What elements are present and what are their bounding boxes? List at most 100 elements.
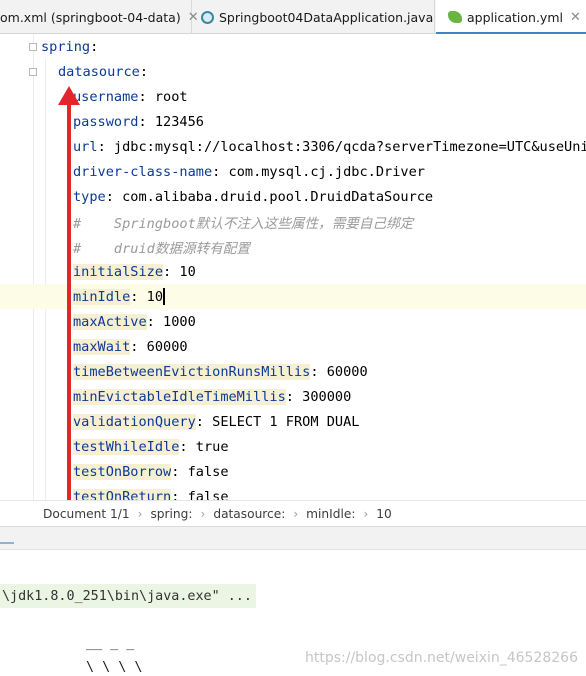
yaml-key: initialSize xyxy=(73,263,164,280)
breadcrumb-item[interactable]: datasource: xyxy=(213,507,285,521)
console-command-line: \jdk1.8.0_251\bin\java.exe" ... xyxy=(0,584,256,608)
yaml-value: SELECT 1 FROM DUAL xyxy=(203,413,360,430)
tab-application-java[interactable]: Springboot04DataApplication.java ✕ xyxy=(193,0,451,34)
code-line: minEvictableIdleTimeMillis: 300000 xyxy=(0,384,586,409)
code-line: validationQuery: SELECT 1 FROM DUAL xyxy=(0,409,586,434)
tab-label: application.yml xyxy=(467,9,563,25)
yaml-key: testOnBorrow xyxy=(73,463,172,480)
yaml-key: type xyxy=(73,188,106,205)
code-line: testOnReturn: false xyxy=(0,484,586,500)
tab-label: Springboot04DataApplication.java xyxy=(219,9,434,25)
yaml-key: url xyxy=(73,138,98,155)
run-panel-header[interactable] xyxy=(0,526,586,550)
yaml-separator: : xyxy=(195,413,204,430)
code-line: testWhileIdle: true xyxy=(0,434,586,459)
code-line: driver-class-name: com.mysql.cj.jdbc.Dri… xyxy=(0,159,586,184)
yaml-separator: : xyxy=(97,138,106,155)
code-line: datasource: xyxy=(0,59,586,84)
yaml-key: spring xyxy=(41,38,91,55)
close-icon[interactable]: ✕ xyxy=(570,10,581,25)
annotation-arrow-icon xyxy=(58,86,80,105)
run-panel-toolbar xyxy=(0,550,586,580)
yaml-key: password xyxy=(73,113,139,130)
yaml-value: jdbc:mysql://localhost:3306/qcda?serverT… xyxy=(105,138,586,155)
console-banner-line: __ _ _ xyxy=(86,636,135,651)
code-line: type: com.alibaba.druid.pool.DruidDataSo… xyxy=(0,184,586,209)
yaml-key: username xyxy=(73,88,139,105)
code-line: maxWait: 60000 xyxy=(0,334,586,359)
tab-label: om.xml (springboot-04-data) xyxy=(0,9,181,25)
tab-pom-xml[interactable]: om.xml (springboot-04-data) ✕ xyxy=(0,0,199,34)
yaml-key: minIdle xyxy=(73,288,131,305)
yaml-separator: : xyxy=(138,113,147,130)
watermark-text: https://blog.csdn.net/weixin_46528266 xyxy=(304,650,578,666)
java-class-icon xyxy=(201,10,214,24)
yaml-separator: : xyxy=(146,313,155,330)
yaml-separator: : xyxy=(171,463,180,480)
code-editor[interactable]: spring: datasource: username: root passw… xyxy=(0,34,586,500)
yaml-value: com.mysql.cj.jdbc.Driver xyxy=(220,163,425,180)
yaml-separator: : xyxy=(130,288,139,305)
yaml-key: minEvictableIdleTimeMillis xyxy=(73,388,286,405)
run-console[interactable]: \jdk1.8.0_251\bin\java.exe" ... __ _ _ \… xyxy=(0,580,586,676)
yaml-comment: # druid数据源转有配置 xyxy=(73,240,250,257)
panel-tab-indicator xyxy=(0,542,14,544)
chevron-right-icon: › xyxy=(200,506,206,521)
chevron-right-icon: › xyxy=(363,506,369,521)
yaml-separator: : xyxy=(171,488,180,501)
breadcrumb-item[interactable]: Document 1/1 xyxy=(43,507,130,521)
yaml-separator: : xyxy=(212,163,221,180)
breadcrumb-item[interactable]: 10 xyxy=(376,507,392,521)
yaml-separator: : xyxy=(139,63,149,80)
current-code-line: minIdle: 10 xyxy=(0,284,586,309)
text-caret xyxy=(163,288,166,305)
yaml-value: false xyxy=(179,463,229,480)
code-line: maxActive: 1000 xyxy=(0,309,586,334)
code-line: password: 123456 xyxy=(0,109,586,134)
yaml-value: 10 xyxy=(138,288,164,305)
yaml-key: driver-class-name xyxy=(73,163,213,180)
yaml-value: 60000 xyxy=(138,338,188,355)
yaml-file-icon xyxy=(448,11,462,23)
yaml-value: 60000 xyxy=(318,363,368,380)
yaml-value: com.alibaba.druid.pool.DruidDataSource xyxy=(113,188,434,205)
code-line: testOnBorrow: false xyxy=(0,459,586,484)
code-line: timeBetweenEvictionRunsMillis: 60000 xyxy=(0,359,586,384)
yaml-key: maxActive xyxy=(73,313,147,330)
code-line: initialSize: 10 xyxy=(0,259,586,284)
yaml-value: 10 xyxy=(171,263,196,280)
code-line: url: jdbc:mysql://localhost:3306/qcda?se… xyxy=(0,134,586,159)
yaml-value: false xyxy=(179,488,229,501)
yaml-key: maxWait xyxy=(73,338,131,355)
code-line: # druid数据源转有配置 xyxy=(0,234,586,259)
yaml-comment: # Springboot默认不注入这些属性，需要自己绑定 xyxy=(73,215,414,232)
yaml-separator: : xyxy=(285,388,294,405)
breadcrumb: Document 1/1 › spring: › datasource: › m… xyxy=(0,500,586,526)
yaml-value: true xyxy=(187,438,229,455)
code-line: # Springboot默认不注入这些属性，需要自己绑定 xyxy=(0,209,586,234)
yaml-separator: : xyxy=(310,363,319,380)
yaml-key: testWhileIdle xyxy=(73,438,180,455)
yaml-separator: : xyxy=(138,88,147,105)
yaml-key: validationQuery xyxy=(73,413,196,430)
yaml-separator: : xyxy=(163,263,172,280)
yaml-value: root xyxy=(146,88,188,105)
code-line: spring: xyxy=(0,34,586,59)
yaml-key: timeBetweenEvictionRunsMillis xyxy=(73,363,311,380)
yaml-separator: : xyxy=(105,188,114,205)
yaml-value: 123456 xyxy=(146,113,204,130)
yaml-separator: : xyxy=(90,38,99,55)
yaml-value: 1000 xyxy=(154,313,196,330)
tab-application-yml[interactable]: application.yml ✕ xyxy=(436,0,586,35)
breadcrumb-item[interactable]: minIdle: xyxy=(306,507,355,521)
code-line: username: root xyxy=(0,84,586,109)
editor-tab-bar: om.xml (springboot-04-data) ✕ Springboot… xyxy=(0,0,586,35)
annotation-arrow-shaft xyxy=(67,100,71,508)
chevron-right-icon: › xyxy=(137,506,143,521)
yaml-separator: : xyxy=(130,338,139,355)
yaml-key: datasource xyxy=(58,63,140,80)
yaml-separator: : xyxy=(179,438,188,455)
yaml-value: 300000 xyxy=(293,388,352,405)
yaml-key: testOnReturn xyxy=(73,488,172,500)
breadcrumb-item[interactable]: spring: xyxy=(150,507,192,521)
